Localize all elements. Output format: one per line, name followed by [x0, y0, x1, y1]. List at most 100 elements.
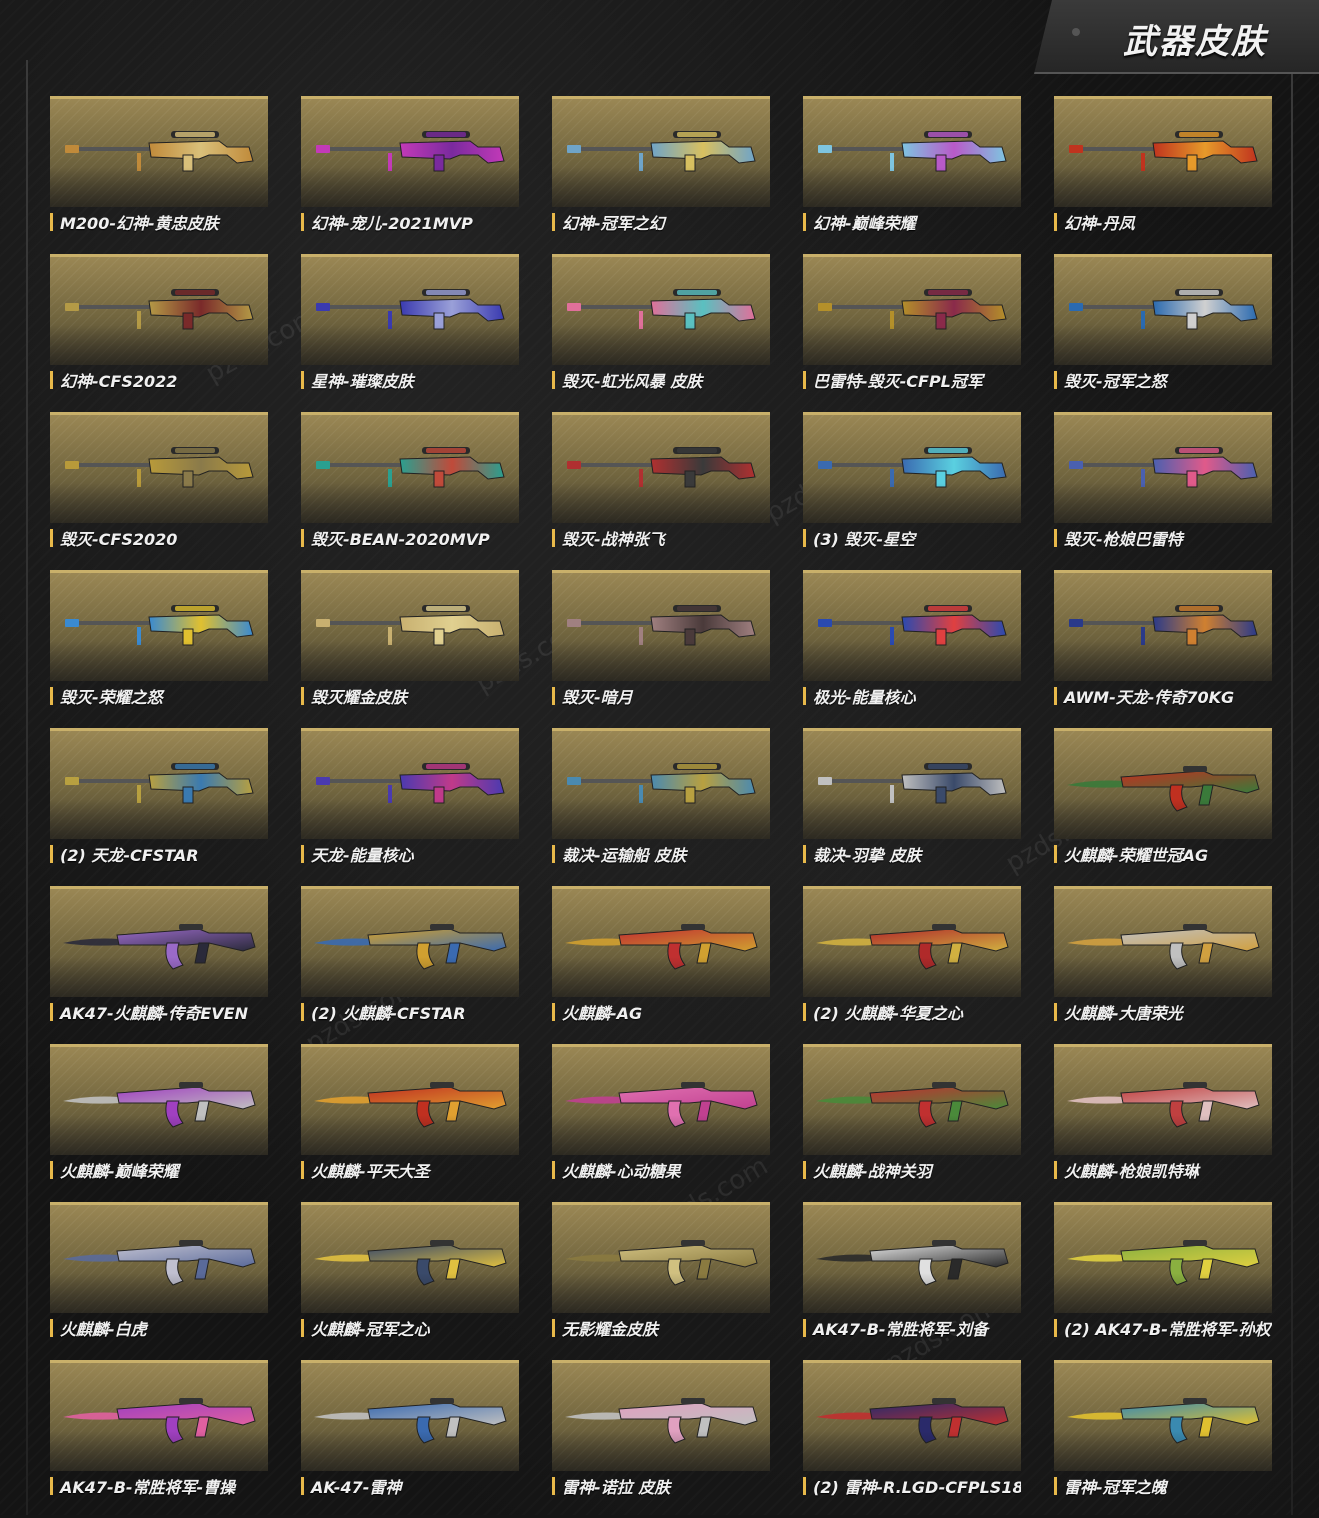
skin-card[interactable]: 毁灭-CFS2020 — [50, 412, 268, 570]
skin-card[interactable]: 毁灭-战神张飞 — [552, 412, 770, 570]
skin-card[interactable]: 火麒麟-心动糖果 — [552, 1044, 770, 1202]
skin-card[interactable]: 裁决-运输船 皮肤 — [552, 728, 770, 886]
skin-card[interactable]: 毁灭-暗月 — [552, 570, 770, 728]
skin-image — [552, 96, 770, 207]
skin-card[interactable]: 极光-能量核心 — [803, 570, 1021, 728]
skin-card[interactable]: 火麒麟-冠军之心 — [301, 1202, 519, 1360]
skin-card[interactable]: 幻神-宠儿-2021MVP — [301, 96, 519, 254]
skin-card[interactable]: (2) 天龙-CFSTAR — [50, 728, 268, 886]
skin-card[interactable]: 火麒麟-枪娘凯特琳 — [1054, 1044, 1272, 1202]
skin-name: 火麒麟-心动糖果 — [562, 1162, 681, 1181]
assault-rifle-icon — [63, 1082, 256, 1128]
skin-card[interactable]: AWM-天龙-传奇70KG — [1054, 570, 1272, 728]
title-banner: 武器皮肤 — [1034, 0, 1319, 74]
sniper-rifle-icon — [567, 447, 756, 488]
skin-name: M200-幻神-黄忠皮肤 — [60, 214, 219, 233]
skin-card[interactable]: 火麒麟-白虎 — [50, 1202, 268, 1360]
label-accent-bar — [1054, 529, 1057, 547]
frame-line-left — [26, 60, 28, 1515]
skin-card[interactable]: AK47-火麒麟-传奇EVEN — [50, 886, 268, 1044]
assault-rifle-icon — [1067, 1082, 1260, 1128]
label-accent-bar — [803, 529, 806, 547]
label-accent-bar — [301, 371, 304, 389]
skin-card[interactable]: (2) 火麒麟-华夏之心 — [803, 886, 1021, 1044]
label-accent-bar — [1054, 213, 1057, 231]
assault-rifle-icon — [816, 924, 1009, 970]
skin-card[interactable]: (2) 雷神-R.LGD-CFPLS18冠军 — [803, 1360, 1021, 1518]
assault-rifle-icon — [565, 924, 758, 970]
skin-image — [1054, 96, 1272, 207]
sniper-rifle-icon — [316, 447, 505, 488]
skin-card[interactable]: 天龙-能量核心 — [301, 728, 519, 886]
skin-card[interactable]: 雷神-冠军之魄 — [1054, 1360, 1272, 1518]
skin-label: (2) 天龙-CFSTAR — [50, 841, 268, 867]
skin-card[interactable]: 幻神-CFS2022 — [50, 254, 268, 412]
label-accent-bar — [552, 529, 555, 547]
label-accent-bar — [552, 1161, 555, 1179]
skin-card[interactable]: AK-47-雷神 — [301, 1360, 519, 1518]
skin-card[interactable]: 毁灭-冠军之怒 — [1054, 254, 1272, 412]
skin-card[interactable]: 幻神-冠军之幻 — [552, 96, 770, 254]
assault-rifle-icon — [565, 1398, 758, 1444]
skin-card[interactable]: 无影耀金皮肤 — [552, 1202, 770, 1360]
skin-image — [803, 728, 1021, 839]
skin-card[interactable]: M200-幻神-黄忠皮肤 — [50, 96, 268, 254]
skin-image — [1054, 886, 1272, 997]
skin-label: 幻神-宠儿-2021MVP — [301, 209, 519, 235]
label-accent-bar — [301, 1319, 304, 1337]
skin-name: 毁灭-CFS2020 — [60, 530, 178, 549]
skin-card[interactable]: 火麒麟-平天大圣 — [301, 1044, 519, 1202]
sniper-rifle-icon — [818, 605, 1007, 646]
skin-card[interactable]: AK47-B-常胜将军-曹操 — [50, 1360, 268, 1518]
skin-image — [301, 254, 519, 365]
label-accent-bar — [1054, 687, 1057, 705]
skin-card[interactable]: 星神-璀璨皮肤 — [301, 254, 519, 412]
skin-name: 毁灭-冠军之怒 — [1064, 372, 1167, 391]
skin-image — [552, 886, 770, 997]
skin-card[interactable]: (3) 毁灭-星空 — [803, 412, 1021, 570]
skin-card[interactable]: 毁灭耀金皮肤 — [301, 570, 519, 728]
skin-name: 雷神-诺拉 皮肤 — [562, 1478, 671, 1497]
label-accent-bar — [803, 1319, 806, 1337]
assault-rifle-icon — [314, 1398, 507, 1444]
label-accent-bar — [50, 213, 53, 231]
skin-label: 火麒麟-心动糖果 — [552, 1157, 770, 1183]
skin-label: M200-幻神-黄忠皮肤 — [50, 209, 268, 235]
skin-card[interactable]: 火麒麟-AG — [552, 886, 770, 1044]
skin-name: 幻神-冠军之幻 — [562, 214, 665, 233]
assault-rifle-icon — [816, 1240, 1009, 1286]
skin-card[interactable]: 幻神-巅峰荣耀 — [803, 96, 1021, 254]
label-accent-bar — [301, 1003, 304, 1021]
skin-card[interactable]: 幻神-丹凤 — [1054, 96, 1272, 254]
frame-line-right — [1291, 60, 1293, 1515]
skin-card[interactable]: 毁灭-虹光风暴 皮肤 — [552, 254, 770, 412]
skin-name: 裁决-运输船 皮肤 — [562, 846, 687, 865]
sniper-rifle-icon — [818, 131, 1007, 172]
skin-card[interactable]: (2) 火麒麟-CFSTAR — [301, 886, 519, 1044]
skin-card[interactable]: 火麒麟-荣耀世冠AG — [1054, 728, 1272, 886]
label-accent-bar — [50, 529, 53, 547]
skin-name: 火麒麟-荣耀世冠AG — [1064, 846, 1209, 865]
label-accent-bar — [803, 1477, 806, 1495]
skin-label: 雷神-诺拉 皮肤 — [552, 1473, 770, 1499]
skin-label: 星神-璀璨皮肤 — [301, 367, 519, 393]
skin-card[interactable]: 毁灭-BEAN-2020MVP — [301, 412, 519, 570]
skin-card[interactable]: 火麒麟-战神关羽 — [803, 1044, 1021, 1202]
skin-card[interactable]: 巴雷特-毁灭-CFPL冠军 — [803, 254, 1021, 412]
skin-card[interactable]: 火麒麟-大唐荣光 — [1054, 886, 1272, 1044]
skin-image — [803, 96, 1021, 207]
skin-card[interactable]: 雷神-诺拉 皮肤 — [552, 1360, 770, 1518]
skin-image — [552, 1202, 770, 1313]
skin-name: (3) 毁灭-星空 — [813, 530, 915, 549]
sniper-rifle-icon — [567, 289, 756, 330]
skin-card[interactable]: 毁灭-荣耀之怒 — [50, 570, 268, 728]
label-accent-bar — [1054, 845, 1057, 863]
skin-card[interactable]: 火麒麟-巅峰荣耀 — [50, 1044, 268, 1202]
label-accent-bar — [552, 371, 555, 389]
assault-rifle-icon — [816, 1082, 1009, 1128]
skin-card[interactable]: AK47-B-常胜将军-刘备 — [803, 1202, 1021, 1360]
skin-label: 火麒麟-平天大圣 — [301, 1157, 519, 1183]
skin-card[interactable]: 裁决-羽挚 皮肤 — [803, 728, 1021, 886]
skin-card[interactable]: 毁灭-枪娘巴雷特 — [1054, 412, 1272, 570]
skin-card[interactable]: (2) AK47-B-常胜将军-孙权 — [1054, 1202, 1272, 1360]
